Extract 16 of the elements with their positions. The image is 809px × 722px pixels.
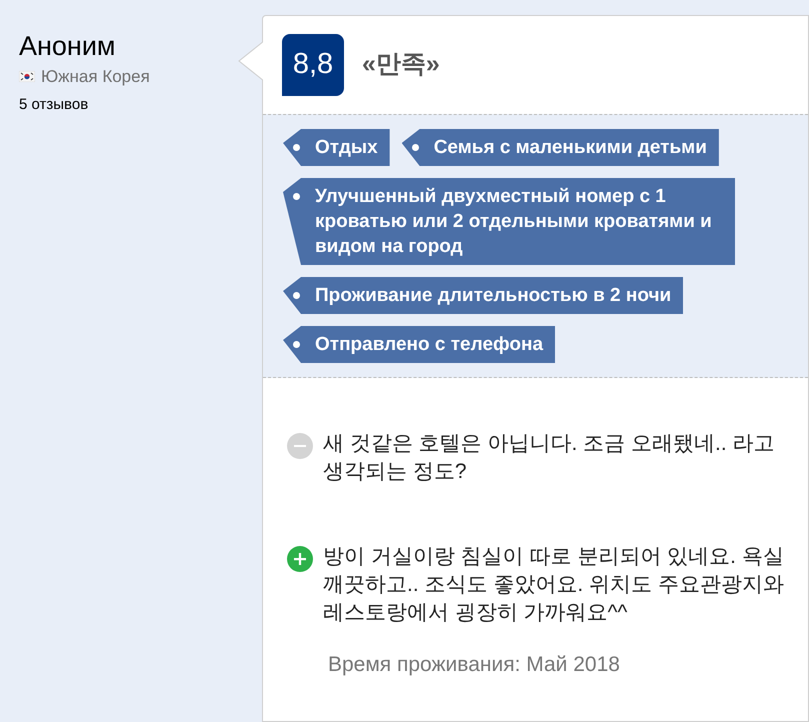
minus-icon <box>287 433 313 459</box>
tag: Улучшенный двухместный номер с 1 кроватью или 2 отдельными кроватями и видом на город <box>283 178 735 265</box>
tag: Проживание длительностью в 2 ночи <box>283 277 684 314</box>
tag: Семья с маленькими детьми <box>402 129 719 166</box>
reviewer-name: Аноним <box>19 30 116 62</box>
tag: Отправлено с телефона <box>283 326 556 363</box>
reviewer-country: Южная Корея <box>41 66 150 88</box>
tag: Отдых <box>283 129 390 166</box>
review-comment: 방이 거실이랑 침실이 따로 분리되어 있네요. 욕실 깨끗하고.. 조식도 좋았어요. 위치도 주요관광지와 레스토랑에서 굉장히 가까워요^^ <box>323 544 785 626</box>
stay-date: Время проживания: Май 2018 <box>327 652 621 678</box>
score-badge: 8,8 <box>282 34 344 96</box>
review-comment: 새 것같은 호텔은 아닙니다. 조금 오래됐네.. 라고 생각되는 정도? <box>323 431 776 485</box>
flag-icon <box>19 71 35 82</box>
plus-icon <box>287 546 313 572</box>
review-headline: «만족» <box>362 49 440 80</box>
review-count: 5 отзывов <box>19 94 90 114</box>
